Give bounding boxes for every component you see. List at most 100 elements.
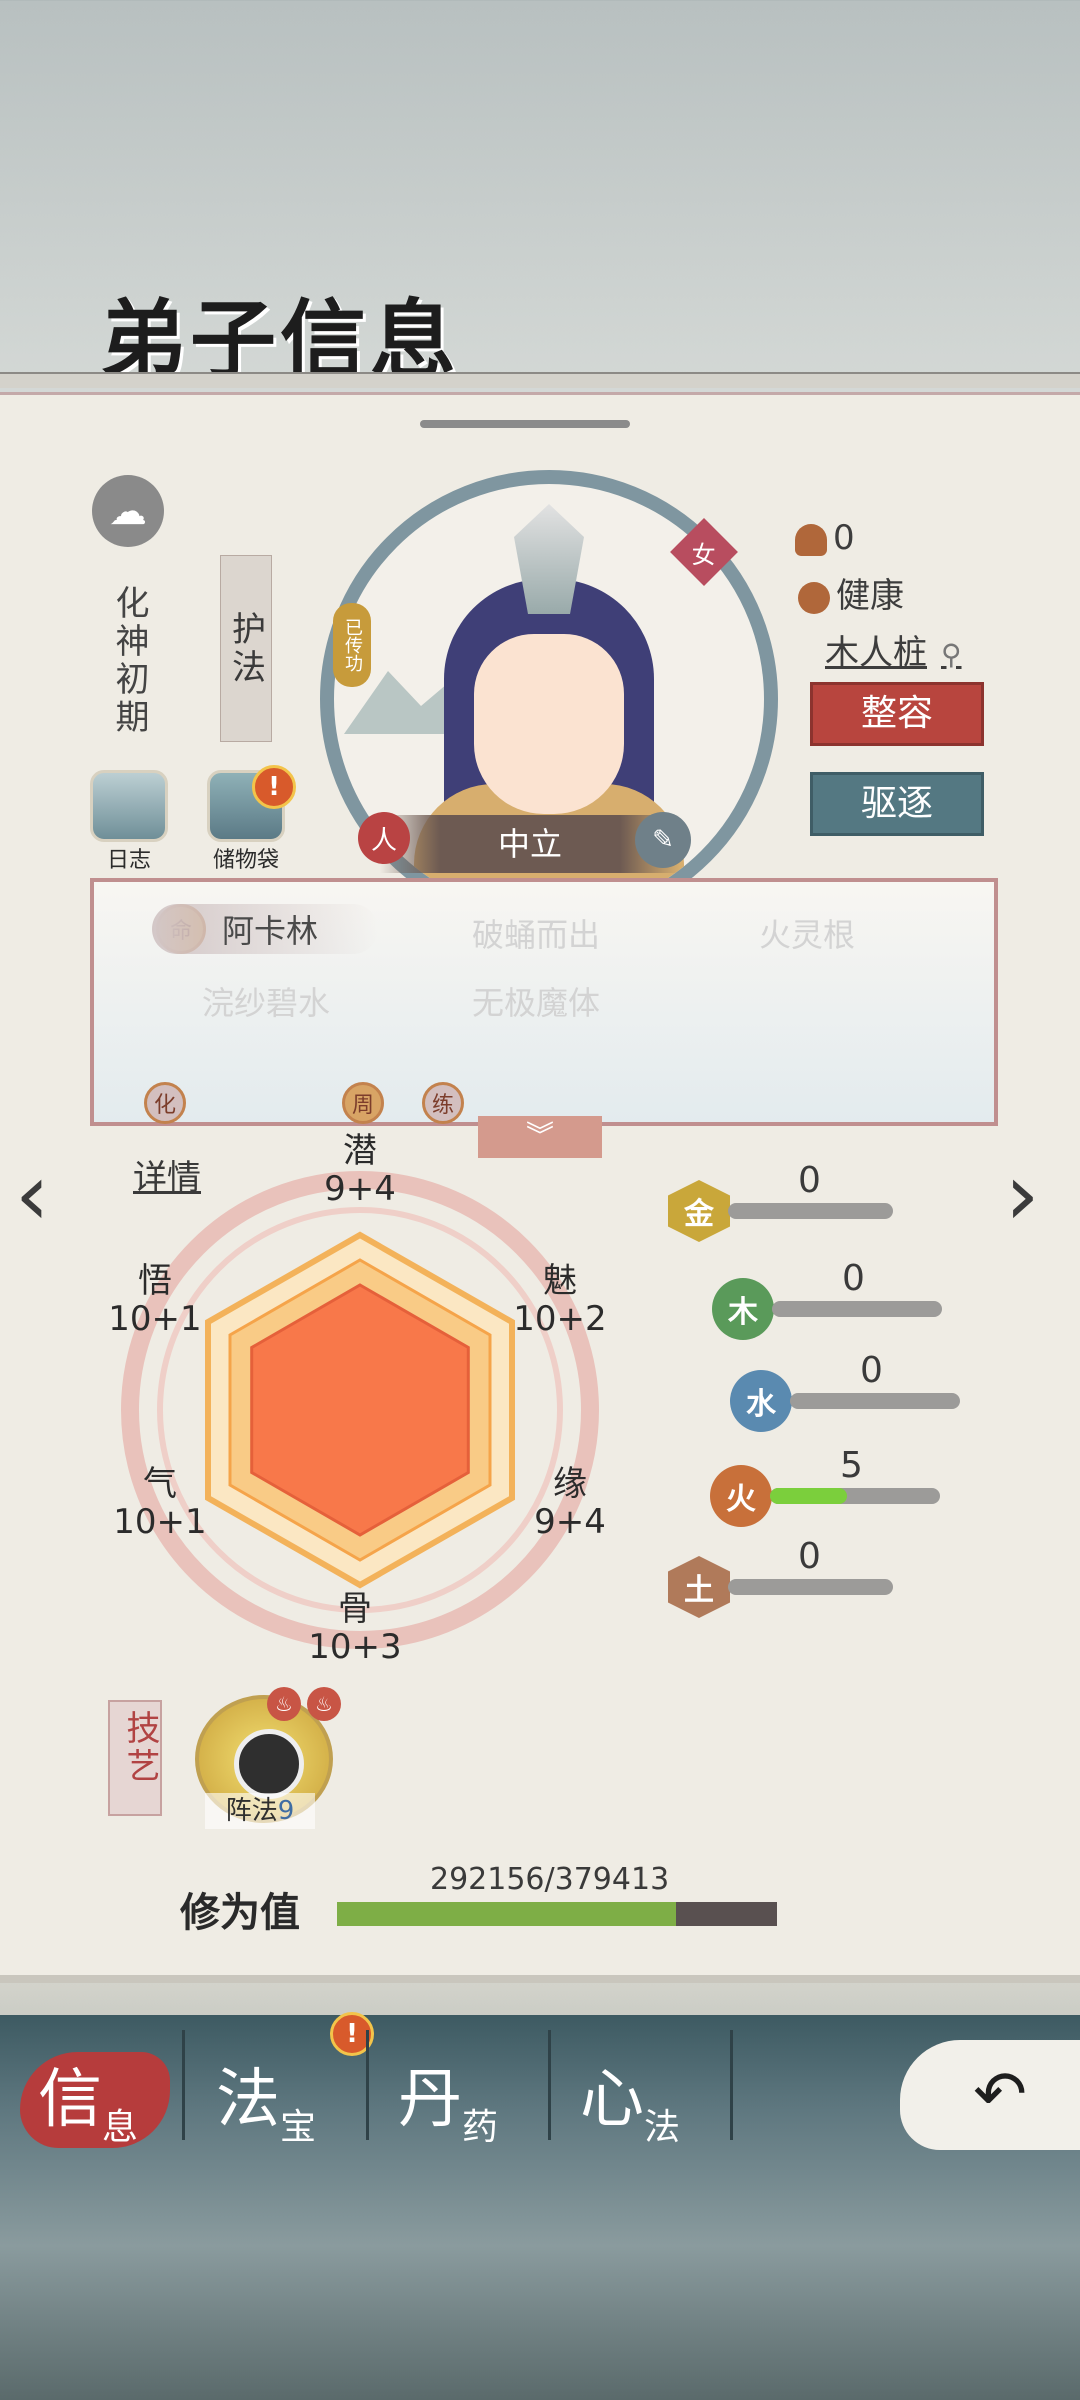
tab-pills-small: 药 [462, 2107, 499, 2148]
bag-label: 储物袋 [212, 848, 279, 873]
radar-label-wu: 悟 10+1 [105, 1262, 205, 1338]
trait-row3-icon-1: 化 [144, 1082, 186, 1124]
trait-3[interactable]: 火灵根 [759, 910, 855, 956]
trait-2[interactable]: 破蛹而出 [472, 910, 600, 956]
trait-4[interactable]: 浣纱碧水 [202, 978, 330, 1024]
element-bar [770, 1488, 940, 1504]
count-value: 0 [833, 518, 855, 558]
tab-methods[interactable]: 心法 [552, 2040, 722, 2150]
skill-label: 阵法9 [205, 1793, 315, 1829]
scroll-indicator [420, 420, 630, 428]
tab-methods-small: 法 [644, 2107, 681, 2148]
health-value: 健康 [836, 576, 904, 616]
tab-treasure-big: 法 [216, 2063, 280, 2137]
cultivation-fill [337, 1902, 676, 1926]
prev-arrow-icon[interactable]: ‹ [15, 1145, 49, 1245]
mushroom-count: 0 [795, 518, 855, 558]
role-label: 护法 [225, 610, 266, 687]
makeover-button[interactable]: 整容 [810, 682, 984, 746]
yinyang-icon [234, 1729, 304, 1799]
radar-label-yuan: 缘 9+4 [520, 1465, 620, 1541]
label-name: 骨 [338, 1589, 372, 1629]
health-status: 健康 [798, 568, 904, 617]
label-name: 魅 [543, 1261, 577, 1301]
trait-fate[interactable]: 阿卡林 [152, 904, 379, 954]
portrait-face [474, 634, 624, 814]
element-value: 0 [798, 1536, 821, 1577]
passed-badge: 已传功 [333, 603, 371, 687]
element-value: 0 [860, 1350, 883, 1391]
attribute-radar [121, 1171, 599, 1649]
tab-divider [366, 2030, 369, 2140]
skill-tag-label: 技艺 [120, 1710, 160, 1786]
radar-label-gu: 骨 10+3 [305, 1590, 405, 1666]
location-value: 木人桩 [825, 633, 927, 673]
log-button[interactable]: 日志 [88, 770, 170, 874]
cultivation-bar [337, 1902, 777, 1926]
next-arrow-icon[interactable]: › [1005, 1145, 1039, 1245]
role-badge: 护法 [220, 555, 272, 742]
element-bar-fill [770, 1488, 847, 1504]
label-value: 9+4 [324, 1169, 396, 1209]
tab-divider [548, 2030, 551, 2140]
fire-icon: ♨ [267, 1687, 301, 1721]
tab-pills[interactable]: 丹药 [370, 2040, 540, 2150]
location-link[interactable]: 木人桩 ⚲ [825, 625, 962, 674]
tab-treasure-small: 宝 [280, 2107, 317, 2148]
radar-label-qian: 潜 9+4 [320, 1132, 400, 1208]
label-value: 10+1 [108, 1299, 202, 1339]
element-value: 0 [842, 1258, 865, 1299]
expel-button[interactable]: 驱逐 [810, 772, 984, 836]
skill-level: 9 [277, 1796, 295, 1826]
back-arrow-icon: ↶ [973, 2058, 1027, 2132]
label-value: 9+4 [534, 1502, 606, 1542]
realm-label: 化神初期 [109, 585, 149, 737]
label-value: 10+3 [308, 1627, 402, 1667]
cloud-icon[interactable]: ☁ [92, 475, 164, 547]
element-icon: 木 [712, 1278, 774, 1340]
element-value: 5 [840, 1445, 863, 1486]
bag-alert-icon: ! [252, 765, 296, 809]
banner-divider [0, 372, 1080, 388]
element-bar [728, 1579, 893, 1595]
tab-treasure[interactable]: 法宝 [188, 2040, 358, 2150]
trait-row3-icon-2: 周 [342, 1082, 384, 1124]
radar-label-qi: 气 10+1 [110, 1465, 210, 1541]
log-label: 日志 [106, 848, 151, 873]
label-name: 气 [143, 1464, 177, 1504]
brush-icon: ✎ [635, 812, 691, 868]
skill-name: 阵法 [225, 1796, 278, 1826]
label-name: 缘 [553, 1464, 587, 1504]
tab-pills-big: 丹 [398, 2063, 462, 2137]
element-icon: 水 [730, 1370, 792, 1432]
tab-divider [182, 2030, 185, 2140]
skill-tag: 技艺 [108, 1700, 162, 1816]
label-name: 悟 [138, 1261, 172, 1301]
tab-info-small: 息 [102, 2107, 139, 2148]
label-name: 潜 [343, 1131, 377, 1171]
traits-panel: 命 阿卡林 破蛹而出 火灵根 浣纱碧水 无极魔体 化 周 练 [90, 878, 998, 1126]
tab-methods-big: 心 [580, 2063, 644, 2137]
element-value: 0 [798, 1160, 821, 1201]
element-bar [728, 1203, 893, 1219]
heart-icon [798, 581, 830, 614]
person-icon: 人 [358, 812, 410, 864]
expand-button[interactable]: ︾ [478, 1116, 602, 1158]
radar-label-mei: 魅 10+2 [510, 1262, 610, 1338]
element-bar [772, 1301, 942, 1317]
book-icon [90, 770, 168, 842]
trait-5[interactable]: 无极魔体 [472, 978, 600, 1024]
cultivation-value: 292156/379413 [430, 1862, 670, 1897]
tab-info-big: 信 [38, 2063, 102, 2137]
fire-icon: ♨ [307, 1687, 341, 1721]
element-icon: 火 [710, 1465, 772, 1527]
mushroom-icon [795, 523, 827, 556]
tab-divider [730, 2030, 733, 2140]
trait-row3-icon-3: 练 [422, 1082, 464, 1124]
tab-info[interactable]: 信息 [10, 2040, 180, 2150]
element-bar [790, 1393, 960, 1409]
label-value: 10+2 [513, 1299, 607, 1339]
label-value: 10+1 [113, 1502, 207, 1542]
pin-icon: ⚲ [941, 638, 962, 671]
back-button[interactable]: ↶ [900, 2040, 1080, 2150]
